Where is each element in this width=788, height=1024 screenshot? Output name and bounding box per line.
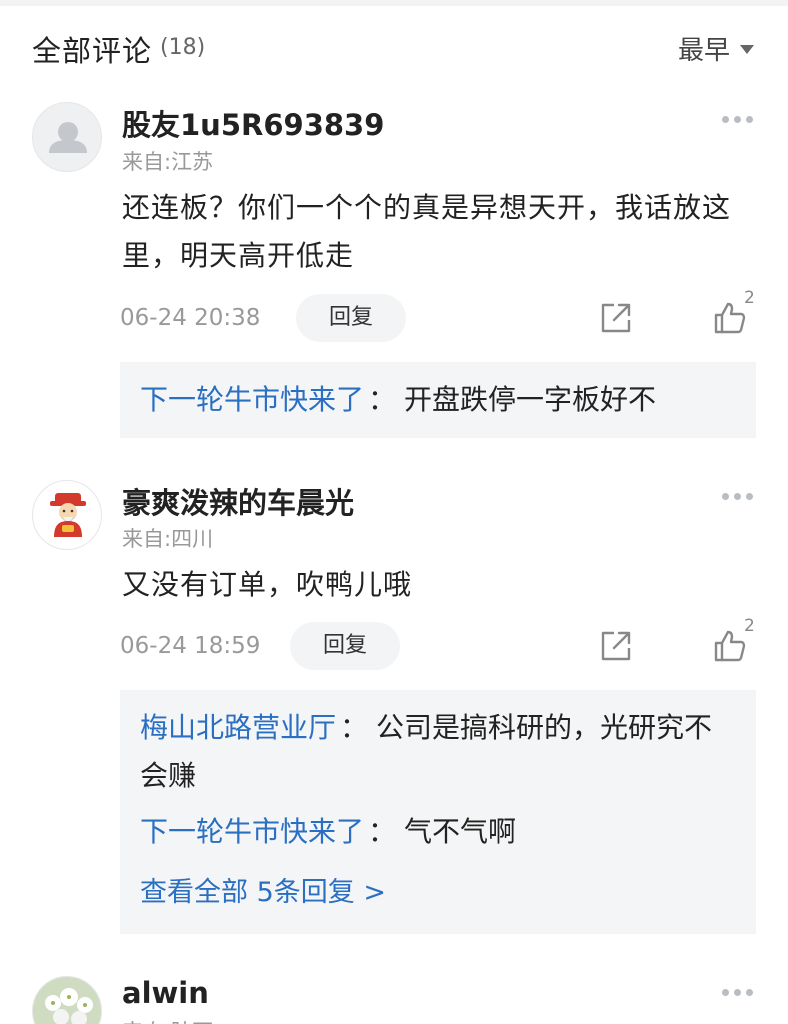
share-icon[interactable]: [598, 300, 634, 336]
share-icon[interactable]: [598, 628, 634, 664]
avatar[interactable]: [32, 102, 102, 172]
comment-time: 06-24 18:59: [120, 633, 261, 659]
reply-username[interactable]: 下一轮牛市快来了: [140, 383, 364, 416]
reply-item: 下一轮牛市快来了：开盘跌停一字板好不: [140, 383, 657, 416]
comments-count: (18): [160, 35, 206, 60]
view-all-replies-link[interactable]: 查看全部 5条回复 >: [140, 870, 386, 909]
reply-item: 下一轮牛市快来了：气不气啊: [140, 815, 517, 848]
reply-box: 梅山北路营业厅：公司是搞科研的，光研究不会赚 下一轮牛市快来了：气不气啊 查看全…: [120, 690, 756, 934]
reply-text: 气不气啊: [404, 815, 517, 848]
comment-username[interactable]: alwin: [122, 976, 209, 1010]
flower-photo-icon: [33, 977, 101, 1024]
like-count: 2: [744, 288, 755, 308]
more-options-icon[interactable]: [722, 116, 753, 123]
comment-username[interactable]: 豪爽泼辣的车晨光: [122, 480, 354, 522]
comment-content: 又没有订单，吹鸭儿哦: [122, 568, 413, 601]
avatar[interactable]: [32, 480, 102, 550]
like-count: 2: [744, 616, 755, 636]
fortune-god-icon: [50, 493, 86, 537]
comment-location: 来自:江苏: [122, 150, 214, 174]
sort-dropdown[interactable]: 最早: [678, 30, 754, 67]
comment-content: 还连板？你们一个个的真是异想天开，我话放这里，明天高开低走: [122, 191, 732, 272]
more-options-icon[interactable]: [722, 989, 753, 996]
comment-username[interactable]: 股友1u5R693839: [122, 102, 384, 144]
reply-box: 下一轮牛市快来了：开盘跌停一字板好不: [120, 362, 756, 438]
default-user-icon: [49, 122, 87, 153]
comment-location: 来自:四川: [122, 527, 214, 551]
thumbs-up-icon[interactable]: [712, 300, 748, 336]
reply-text: 开盘跌停一字板好不: [404, 383, 657, 416]
caret-down-icon: [740, 45, 754, 54]
reply-button[interactable]: 回复: [296, 294, 406, 342]
comment-time: 06-24 20:38: [120, 305, 261, 331]
avatar[interactable]: [32, 976, 102, 1024]
sort-label: 最早: [677, 36, 730, 66]
thumbs-up-icon[interactable]: [712, 628, 748, 664]
reply-username[interactable]: 梅山北路营业厅: [140, 711, 336, 744]
reply-item: 梅山北路营业厅：公司是搞科研的，光研究不会赚: [140, 711, 713, 792]
comments-title: 全部评论: [32, 34, 153, 68]
comment-location: 来自:陕西: [122, 1016, 213, 1024]
comments-header: 全部评论 (18) 最早: [0, 6, 788, 86]
reply-button[interactable]: 回复: [290, 622, 400, 670]
more-options-icon[interactable]: [722, 493, 753, 500]
reply-username[interactable]: 下一轮牛市快来了: [140, 815, 364, 848]
